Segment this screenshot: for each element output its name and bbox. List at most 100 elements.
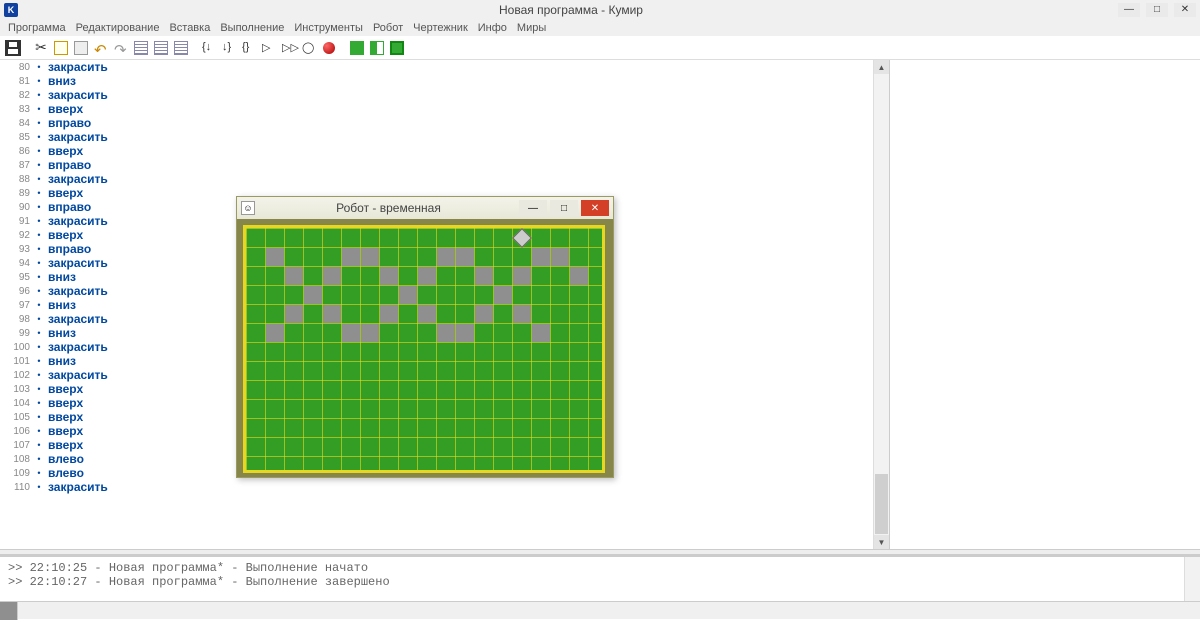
line-number: 107 — [0, 440, 34, 451]
code-line[interactable]: 110•закрасить — [0, 480, 873, 494]
step-over-button[interactable]: ↓} — [220, 39, 238, 57]
line-number: 105 — [0, 412, 34, 423]
line-marker: • — [34, 76, 44, 86]
filled-cell — [513, 305, 531, 323]
scroll-down-icon[interactable]: ▼ — [874, 535, 889, 549]
app-logo: K — [4, 3, 18, 17]
code-text: вверх — [44, 396, 83, 410]
line-marker: • — [34, 230, 44, 240]
code-text: вниз — [44, 298, 76, 312]
code-line[interactable]: 84•вправо — [0, 116, 873, 130]
robot-body — [237, 219, 613, 479]
scroll-thumb[interactable] — [875, 474, 888, 534]
pause-button[interactable]: ◯ — [300, 39, 318, 57]
code-text: закрасить — [44, 312, 108, 326]
toggle-a-button[interactable] — [132, 39, 150, 57]
line-marker: • — [34, 468, 44, 478]
line-marker: • — [34, 384, 44, 394]
save-button[interactable] — [4, 39, 22, 57]
step-into-button[interactable]: {} — [240, 39, 258, 57]
code-line[interactable]: 85•закрасить — [0, 130, 873, 144]
menu-чертежник[interactable]: Чертежник — [409, 21, 472, 35]
menu-робот[interactable]: Робот — [369, 21, 407, 35]
code-line[interactable]: 81•вниз — [0, 74, 873, 88]
code-text: вправо — [44, 158, 91, 172]
filled-cell — [551, 248, 569, 266]
console-scrollbar[interactable] — [1184, 557, 1200, 601]
code-text: закрасить — [44, 214, 108, 228]
line-number: 104 — [0, 398, 34, 409]
maximize-button[interactable]: □ — [1146, 3, 1168, 17]
vertical-scrollbar[interactable]: ▲ ▼ — [873, 60, 889, 549]
code-line[interactable]: 87•вправо — [0, 158, 873, 172]
close-button[interactable]: ✕ — [1174, 3, 1196, 17]
undo-button[interactable]: ↶ — [92, 39, 110, 57]
run-fast-button[interactable]: ▷▷ — [280, 39, 298, 57]
side-panel — [890, 60, 1200, 549]
code-text: вверх — [44, 144, 83, 158]
code-text: вверх — [44, 102, 83, 116]
filled-cell — [285, 305, 303, 323]
line-number: 99 — [0, 328, 34, 339]
robot-titlebar[interactable]: ☺ Робот - временная — □ ✕ — [237, 197, 613, 219]
filled-cell — [456, 324, 474, 342]
line-marker: • — [34, 482, 44, 492]
filled-cell — [475, 267, 493, 285]
filled-cell — [456, 248, 474, 266]
robot-title: Робот - временная — [261, 201, 516, 215]
menu-редактирование[interactable]: Редактирование — [72, 21, 164, 35]
minimize-button[interactable]: — — [1118, 3, 1140, 17]
menu-выполнение[interactable]: Выполнение — [216, 21, 288, 35]
filled-cell — [437, 248, 455, 266]
filled-cell — [342, 324, 360, 342]
world-c-button[interactable] — [388, 39, 406, 57]
menu-инфо[interactable]: Инфо — [474, 21, 511, 35]
redo-button[interactable]: ↷ — [112, 39, 130, 57]
code-line[interactable]: 82•закрасить — [0, 88, 873, 102]
line-marker: • — [34, 216, 44, 226]
code-text: закрасить — [44, 256, 108, 270]
line-marker: • — [34, 258, 44, 268]
menu-инструменты[interactable]: Инструменты — [290, 21, 367, 35]
world-a-button[interactable] — [348, 39, 366, 57]
menu-вставка[interactable]: Вставка — [165, 21, 214, 35]
copy-button[interactable] — [52, 39, 70, 57]
line-marker: • — [34, 328, 44, 338]
line-marker: • — [34, 342, 44, 352]
cut-button[interactable]: ✂ — [32, 39, 50, 57]
robot-window[interactable]: ☺ Робот - временная — □ ✕ — [236, 196, 614, 478]
menubar: ПрограммаРедактированиеВставкаВыполнение… — [0, 19, 1200, 36]
toggle-b-button[interactable] — [152, 39, 170, 57]
stop-button[interactable] — [320, 39, 338, 57]
code-text: вверх — [44, 228, 83, 242]
robot-close-button[interactable]: ✕ — [581, 200, 609, 216]
line-marker: • — [34, 412, 44, 422]
robot-maximize-button[interactable]: □ — [550, 200, 578, 216]
code-text: вправо — [44, 200, 91, 214]
console-line: >> 22:10:25 - Новая программа* - Выполне… — [8, 561, 1192, 575]
line-number: 91 — [0, 216, 34, 227]
menu-программа[interactable]: Программа — [4, 21, 70, 35]
run-button[interactable]: ▷ — [260, 39, 278, 57]
robot-grid[interactable] — [243, 225, 605, 473]
line-marker: • — [34, 398, 44, 408]
world-b-button[interactable] — [368, 39, 386, 57]
scroll-up-icon[interactable]: ▲ — [874, 60, 889, 74]
robot-minimize-button[interactable]: — — [519, 200, 547, 216]
toggle-c-button[interactable] — [172, 39, 190, 57]
paste-button[interactable] — [72, 39, 90, 57]
menu-миры[interactable]: Миры — [513, 21, 550, 35]
code-line[interactable]: 80•закрасить — [0, 60, 873, 74]
code-text: закрасить — [44, 88, 108, 102]
code-line[interactable]: 88•закрасить — [0, 172, 873, 186]
filled-cell — [418, 267, 436, 285]
line-number: 97 — [0, 300, 34, 311]
code-line[interactable]: 86•вверх — [0, 144, 873, 158]
code-text: закрасить — [44, 368, 108, 382]
code-line[interactable]: 83•вверх — [0, 102, 873, 116]
line-number: 94 — [0, 258, 34, 269]
filled-cell — [323, 305, 341, 323]
code-text: закрасить — [44, 480, 108, 494]
console-line: >> 22:10:27 - Новая программа* - Выполне… — [8, 575, 1192, 589]
step-in-button[interactable]: {↓ — [200, 39, 218, 57]
